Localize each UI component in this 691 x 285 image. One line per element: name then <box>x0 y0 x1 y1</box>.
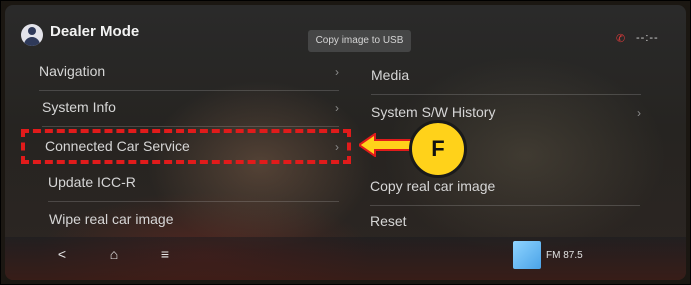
menu-item-label: System Info <box>42 99 116 115</box>
callout-badge: F <box>409 120 467 178</box>
radio-station[interactable]: FM 87.5 <box>546 250 583 261</box>
copy-image-to-usb-button[interactable]: Copy image to USB <box>308 30 411 52</box>
menu-item-system-info[interactable]: System Info › <box>42 99 339 131</box>
divider <box>42 126 339 127</box>
divider <box>48 201 339 202</box>
divider <box>371 94 641 95</box>
clock: --:-- <box>636 32 659 44</box>
menu-icon[interactable]: ≡ <box>156 245 174 263</box>
menu-item-label: Navigation <box>39 63 106 79</box>
highlight-box <box>21 129 351 164</box>
menu-item-media[interactable]: Media <box>371 67 641 99</box>
chevron-right-icon: › <box>637 106 641 120</box>
menu-item-navigation[interactable]: Navigation › <box>39 63 339 95</box>
menu-item-update-icc-r[interactable]: Update ICC-R <box>48 174 339 206</box>
home-icon[interactable]: ⌂ <box>105 245 123 263</box>
page-title: Dealer Mode <box>50 23 140 40</box>
chevron-right-icon: › <box>335 65 339 79</box>
avatar-body-shape <box>24 37 40 46</box>
menu-item-label: Reset <box>370 213 407 229</box>
avatar-head-shape <box>28 27 36 35</box>
mute-icon: ✆ <box>616 33 626 45</box>
menu-item-label: Update ICC-R <box>48 174 136 190</box>
screenshot-frame: Dealer Mode Copy image to USB ✆ --:-- Na… <box>0 0 691 285</box>
menu-item-label: Wipe real car image <box>49 211 174 227</box>
menu-item-copy-real-car-image[interactable]: Copy real car image <box>370 178 640 210</box>
album-art-icon[interactable] <box>513 241 541 269</box>
divider <box>370 205 640 206</box>
menu-item-label: Copy real car image <box>370 178 496 194</box>
back-icon[interactable]: < <box>53 245 71 263</box>
chevron-right-icon: › <box>335 101 339 115</box>
menu-item-label: Media <box>371 67 410 83</box>
head-unit-screen: Dealer Mode Copy image to USB ✆ --:-- Na… <box>5 5 686 280</box>
user-avatar-icon[interactable] <box>21 24 43 46</box>
divider <box>39 90 339 91</box>
menu-item-label: System S/W History <box>371 104 496 120</box>
menu-item-system-sw-history[interactable]: System S/W History › <box>371 104 641 136</box>
